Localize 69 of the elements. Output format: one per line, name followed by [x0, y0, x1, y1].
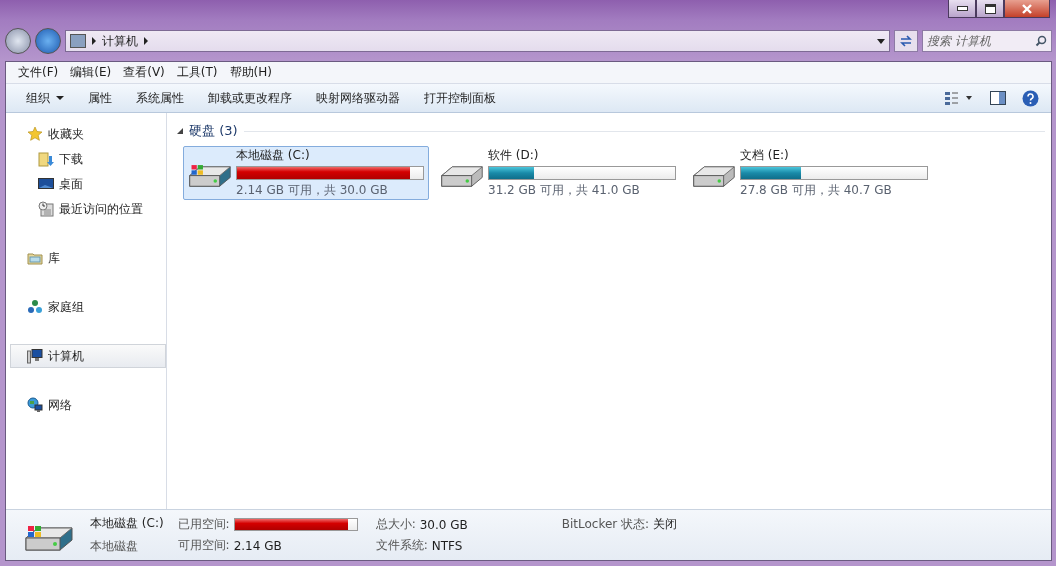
sidebar-item[interactable]: 收藏夹	[10, 122, 166, 146]
close-button[interactable]	[1004, 0, 1050, 18]
toolbar-button[interactable]: 打开控制面板	[412, 85, 508, 111]
drive-tile[interactable]: 软件 (D:) 31.2 GB 可用，共 41.0 GB	[435, 146, 681, 200]
toolbar-button[interactable]: 系统属性	[124, 85, 196, 111]
menu-item[interactable]: 编辑(E)	[64, 64, 118, 81]
minimize-button[interactable]	[948, 0, 976, 18]
recent-places-icon	[38, 201, 54, 217]
sidebar-item[interactable]: 桌面	[10, 172, 166, 196]
toolbar-button[interactable]: 组织	[14, 85, 76, 111]
desktop-icon	[38, 176, 54, 192]
download-folder-icon	[38, 151, 54, 167]
forward-button[interactable]	[35, 28, 61, 54]
field-label: 可用空间:	[177, 537, 230, 554]
back-button[interactable]	[5, 28, 31, 54]
caret-icon	[56, 96, 64, 100]
close-icon	[1021, 3, 1033, 14]
menu-item[interactable]: 帮助(H)	[223, 64, 278, 81]
free-space-text: 31.2 GB 可用，共 41.0 GB	[488, 182, 641, 199]
drive-type: 本地磁盘	[90, 538, 139, 555]
field-label: 已用空间:	[177, 516, 230, 533]
view-options-icon[interactable]	[944, 91, 974, 105]
chevron-icon[interactable]	[92, 37, 96, 45]
chevron-icon[interactable]	[144, 37, 148, 45]
computer-icon	[27, 348, 43, 364]
sidebar-item[interactable]: 最近访问的位置	[10, 197, 166, 221]
field-value: 2.14 GB	[233, 538, 282, 553]
toolbar-button[interactable]: 卸载或更改程序	[196, 85, 304, 111]
dots-icon	[27, 299, 43, 315]
collapse-arrow-icon[interactable]	[177, 128, 183, 134]
drive-tile[interactable]: 文档 (E:) 27.8 GB 可用，共 40.7 GB	[687, 146, 933, 200]
computer-icon	[70, 34, 86, 48]
menu-item[interactable]: 查看(V)	[117, 64, 171, 81]
sidebar-item[interactable]: 计算机	[10, 344, 166, 368]
field-value: 关闭	[653, 516, 678, 533]
address-bar[interactable]: 计算机	[65, 30, 890, 52]
drive-tile[interactable]: 本地磁盘 (C:) 2.14 GB 可用，共 30.0 GB	[183, 146, 429, 200]
toolbar-button[interactable]: 属性	[76, 85, 124, 111]
refresh-icon	[899, 34, 913, 48]
maximize-button[interactable]	[976, 0, 1004, 18]
folder-icon	[27, 250, 43, 266]
sidebar-item[interactable]: 家庭组	[10, 295, 166, 319]
search-icon	[1035, 35, 1047, 47]
free-space-text: 27.8 GB 可用，共 40.7 GB	[740, 182, 893, 199]
field-label: BitLocker 状态:	[561, 516, 650, 533]
drive-name: 本地磁盘 (C:)	[236, 147, 311, 164]
drive-name: 本地磁盘 (C:)	[90, 515, 164, 532]
dropdown-arrow-icon[interactable]	[877, 38, 885, 44]
field-label: 文件系统:	[375, 537, 428, 554]
preview-pane-icon[interactable]	[990, 91, 1006, 105]
globe-icon	[27, 397, 43, 413]
help-icon[interactable]	[1022, 89, 1039, 107]
drive-name: 软件 (D:)	[488, 147, 540, 164]
menu-item[interactable]: 文件(F)	[12, 64, 65, 81]
group-heading: 硬盘 (3)	[189, 122, 238, 140]
menu-item[interactable]: 工具(T)	[170, 64, 224, 81]
breadcrumb[interactable]: 计算机	[102, 32, 138, 50]
field-label: 总大小:	[375, 516, 416, 533]
sidebar-item[interactable]: 库	[10, 246, 166, 270]
toolbar-button[interactable]: 映射网络驱动器	[304, 85, 412, 111]
search-field[interactable]: 搜索 计算机	[922, 30, 1052, 52]
field-value: NTFS	[431, 538, 463, 553]
refresh-button[interactable]	[894, 30, 918, 52]
sidebar-item[interactable]: 下载	[10, 147, 166, 171]
sidebar-item[interactable]: 网络	[10, 393, 166, 417]
star-icon	[27, 126, 43, 142]
field-value: 30.0 GB	[419, 517, 468, 532]
free-space-text: 2.14 GB 可用，共 30.0 GB	[236, 182, 389, 199]
drive-name: 文档 (E:)	[740, 147, 790, 164]
